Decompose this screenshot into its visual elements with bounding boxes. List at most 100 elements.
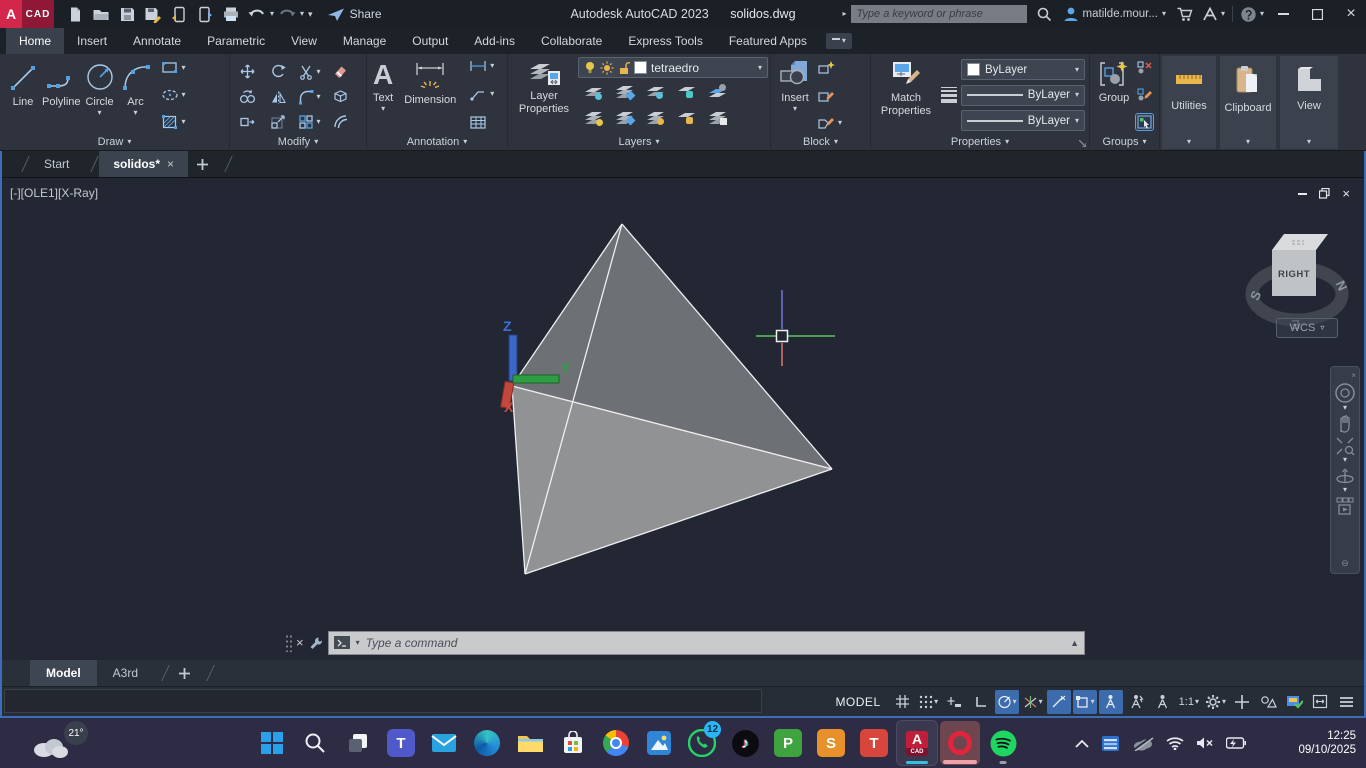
fillet-button[interactable] [298,89,314,105]
rectangle-button[interactable] [161,60,179,75]
new-file-button[interactable] [62,2,88,26]
isometric-drafting-toggle[interactable]: ▾ [1021,690,1045,714]
lineweight-dropdown[interactable]: ByLayer▾ [961,85,1085,106]
linetype-dropdown[interactable]: ByLayer▾ [961,110,1085,131]
photos-button[interactable] [639,721,679,765]
start-button[interactable] [252,721,292,765]
layout-tab-model[interactable]: Model [30,660,97,686]
wifi-icon[interactable] [1166,736,1184,750]
define-attributes-button[interactable] [817,115,835,130]
scale-button[interactable] [270,113,287,130]
tab-output[interactable]: Output [399,28,461,54]
taskbar-clock[interactable]: 12:25 09/10/2025 [1298,718,1356,768]
app-store-button[interactable] [1172,2,1198,26]
ungroup-button[interactable] [1136,60,1153,75]
qat-customize-dropdown[interactable]: ▾ [308,10,313,18]
group-button[interactable]: Group [1094,57,1134,133]
layer-off-button[interactable] [583,110,605,128]
tab-insert[interactable]: Insert [64,28,120,54]
offset-button[interactable] [332,113,349,130]
freeoffice-presentations-button[interactable]: P [768,721,808,765]
save-as-button[interactable] [140,2,166,26]
object-snap-toggle[interactable]: ▾ [1073,690,1097,714]
weather-widget[interactable]: 21° [14,721,100,765]
annotation-autoscale-toggle[interactable] [1125,690,1149,714]
edge-button[interactable] [467,721,507,765]
draw-panel-label[interactable]: Draw▾ [0,133,229,150]
save-to-mobile-button[interactable] [166,2,192,26]
dimension-button[interactable]: Dimension [397,57,463,133]
table-button[interactable] [469,115,487,130]
file-tab-start[interactable]: Start [30,151,83,177]
chrome-button[interactable] [596,721,636,765]
model-space-viewport[interactable]: Z Y X [-][OLE1][X-Ray] × S [0,178,1366,660]
ellipse-button[interactable] [161,88,179,102]
task-view-button[interactable] [338,721,378,765]
layers-panel-label[interactable]: Layers▾ [508,133,770,150]
linear-dimension-dropdown[interactable]: ▾ [490,62,494,70]
navigation-wheel-button[interactable]: ▾ [1333,382,1357,412]
make-current-layer-button[interactable] [707,84,729,102]
annotation-panel-label[interactable]: Annotation▾ [367,133,507,150]
file-explorer-button[interactable] [510,721,550,765]
layer-properties-button[interactable]: Layer Properties [514,57,574,133]
new-layout-button[interactable] [178,667,191,680]
open-file-button[interactable] [88,2,114,26]
share-button[interactable]: Share [327,7,382,22]
clean-screen-button[interactable] [1308,690,1332,714]
file-tab-solidos[interactable]: solidos* × [99,151,188,177]
orbit-button[interactable]: ▾ [1333,466,1357,494]
text-dropdown[interactable]: ▾ [381,105,385,113]
snap-mode-toggle[interactable]: ▾ [917,690,941,714]
annotation-visibility-toggle[interactable] [1099,690,1123,714]
line-button[interactable]: Line [6,57,40,133]
doc-close-button[interactable]: × [1342,186,1350,201]
help-button[interactable]: ▾ [1240,2,1264,26]
layer-previous-button[interactable] [614,110,636,128]
microsoft-store-button[interactable] [553,721,593,765]
layer-match-button[interactable] [614,84,636,102]
autodesk-apps-button[interactable]: ▾ [1202,2,1225,26]
ortho-mode-toggle[interactable] [969,690,993,714]
hatch-button[interactable] [161,114,179,130]
tab-parametric[interactable]: Parametric [194,28,278,54]
match-properties-button[interactable]: Match Properties [875,57,937,133]
create-block-button[interactable] [817,60,835,75]
onedrive-paused-icon[interactable] [1132,736,1154,751]
erase-button[interactable] [332,63,349,80]
layer-select-dropdown[interactable]: tetraedro ▾ [578,57,768,78]
rotate-button[interactable] [270,63,287,80]
freeoffice-textmaker-button[interactable]: T [854,721,894,765]
redo-dropdown[interactable]: ▾ [300,10,304,18]
hidden-icons-chevron[interactable] [1075,739,1089,748]
ribbon-collapse-button[interactable]: ▾ [826,33,852,49]
viewcube-top-face[interactable] [1272,234,1328,250]
lineweight-icon[interactable] [941,87,957,103]
search-expand-arrow[interactable]: ▸ [843,10,847,18]
group-edit-button[interactable] [1136,87,1153,102]
navbar-close-icon[interactable]: × [1351,371,1356,380]
isolate-objects-button[interactable] [1256,690,1280,714]
annotation-scale-person-icon[interactable] [1151,690,1175,714]
volume-muted-icon[interactable] [1196,736,1214,750]
attributes-dropdown[interactable]: ▾ [838,119,842,127]
clipboard-expand[interactable]: ▾ [1246,138,1250,146]
fillet-dropdown[interactable]: ▾ [316,93,320,101]
help-search-input[interactable] [851,5,1027,23]
tab-view[interactable]: View [278,28,330,54]
layer-isolate-button[interactable] [583,84,605,102]
explode-button[interactable] [332,88,349,105]
teams-button[interactable]: T [381,721,421,765]
layer-lock-button[interactable] [676,84,698,102]
open-from-mobile-button[interactable] [192,2,218,26]
panel-utilities[interactable]: Utilities ▾ [1160,54,1218,151]
graphics-performance-button[interactable] [1282,690,1306,714]
polar-tracking-toggle[interactable]: ▾ [995,690,1019,714]
whatsapp-button[interactable]: 12 [682,721,722,765]
tab-collaborate[interactable]: Collaborate [528,28,615,54]
undo-button[interactable] [244,2,270,26]
annotation-scale-value[interactable]: 1:1▾ [1177,690,1201,714]
move-button[interactable] [239,63,256,80]
new-drawing-button[interactable] [196,158,209,171]
copy-button[interactable] [239,88,256,105]
